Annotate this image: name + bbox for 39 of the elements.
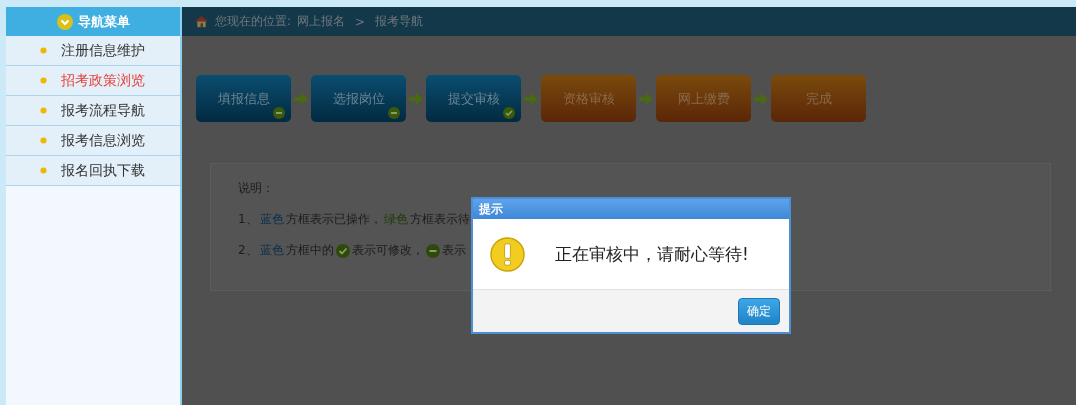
bullet-icon [40,167,47,174]
arrow-icon [754,92,768,105]
bullet-icon [40,47,47,54]
menu-item[interactable]: 报考流程导航 [6,96,180,126]
note-text: 1、 [238,211,258,228]
check-icon [335,243,350,258]
note-text: 蓝色 [259,211,284,228]
menu-item[interactable]: 报考信息浏览 [6,126,180,156]
step-box[interactable]: 资格审核 [541,75,636,122]
home-icon [194,14,209,29]
note-text: 蓝色 [259,242,284,259]
bullet-icon [40,107,47,114]
arrow-icon [639,92,653,105]
note-text: 2、 [238,242,258,259]
bullet-icon [40,137,47,144]
breadcrumb-item[interactable]: 网上报名 [297,13,346,30]
step-box[interactable]: 网上缴费 [656,75,751,122]
location-label: 您现在的位置: [215,13,292,30]
minus-icon [425,243,440,258]
bullet-icon [40,77,47,84]
step-box[interactable]: 提交审核 [426,75,521,122]
menu-item[interactable]: 招考政策浏览 [6,66,180,96]
step-box[interactable]: 完成 [771,75,866,122]
arrow-icon [524,92,538,105]
menu-item[interactable]: 报名回执下载 [6,156,180,186]
note-text: 绿色 [383,211,408,228]
sidebar-title: 导航菜单 [77,12,130,31]
chevron-down-icon [56,13,73,30]
breadcrumb-item[interactable]: 报考导航 [375,13,424,30]
step-box[interactable]: 填报信息 [196,75,291,122]
step-box[interactable]: 选报岗位 [311,75,406,122]
confirm-button[interactable]: 确定 [738,297,780,325]
arrow-icon [409,92,423,105]
arrow-icon [294,92,308,105]
dialog-title: 提示 [479,200,503,218]
warning-icon [490,236,525,272]
menu-item[interactable]: 注册信息维护 [6,36,180,66]
breadcrumb-separator: > [355,14,366,29]
dialog-message: 正在审核中，请耐心等待! [555,242,749,266]
